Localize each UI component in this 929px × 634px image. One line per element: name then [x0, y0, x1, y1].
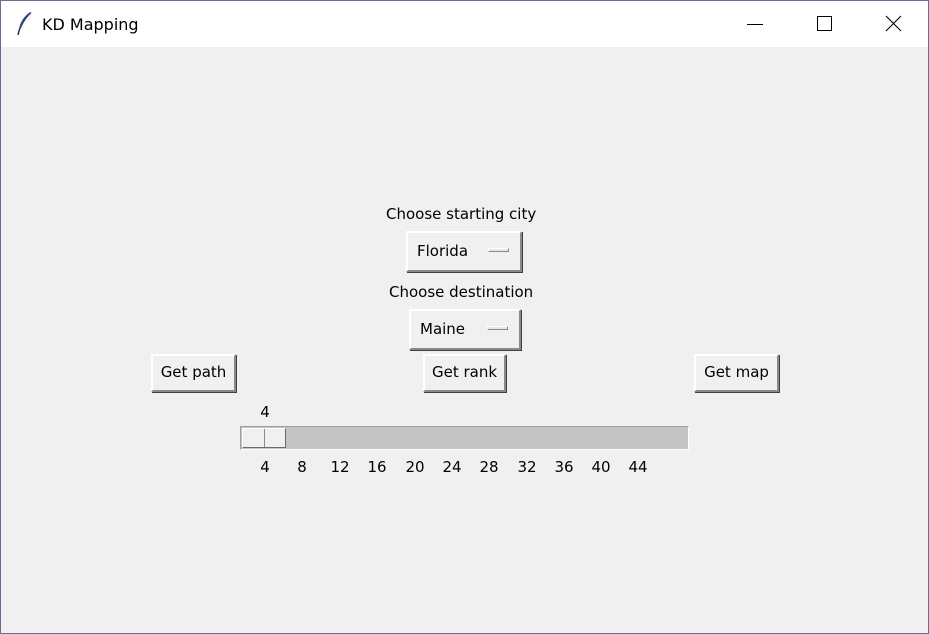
start-city-menu[interactable]: Florida	[406, 231, 522, 272]
dropdown-indicator-icon	[488, 248, 509, 252]
title-bar: KD Mapping	[1, 1, 928, 47]
scale-tick-label: 20	[405, 458, 425, 476]
maximize-button[interactable]	[801, 1, 847, 47]
dropdown-indicator-icon	[487, 326, 508, 330]
scale-tick-label: 12	[330, 458, 350, 476]
destination-menu[interactable]: Maine	[409, 309, 521, 350]
close-button[interactable]	[871, 1, 917, 47]
scale-tick-label: 44	[628, 458, 648, 476]
scale-tick-label: 16	[367, 458, 387, 476]
start-city-label: Choose starting city	[386, 205, 537, 223]
main-content: Choose starting city Florida Choose dest…	[1, 47, 928, 633]
scale-tick-label: 4	[260, 458, 270, 476]
destination-value: Maine	[420, 320, 466, 338]
close-icon	[885, 15, 902, 32]
start-city-value: Florida	[417, 242, 469, 260]
slider-grip-icon	[264, 429, 265, 447]
scale-tick-label: 40	[591, 458, 611, 476]
get-path-button[interactable]: Get path	[151, 354, 236, 392]
app-window: KD Mapping Choose starting city Florida …	[0, 0, 929, 634]
feather-icon	[15, 11, 35, 37]
scale-trough[interactable]	[240, 426, 689, 450]
minimize-icon	[747, 24, 763, 25]
destination-label: Choose destination	[389, 283, 534, 301]
scale-slider-handle[interactable]	[242, 428, 286, 448]
window-title: KD Mapping	[42, 15, 139, 34]
scale-tick-label: 8	[297, 458, 307, 476]
scale-tick-label: 32	[517, 458, 537, 476]
get-rank-button[interactable]: Get rank	[423, 354, 506, 392]
scale-tick-label: 28	[479, 458, 499, 476]
scale-tick-label: 24	[442, 458, 462, 476]
maximize-icon	[817, 16, 832, 31]
scale-current-value: 4	[260, 403, 270, 421]
minimize-button[interactable]	[731, 1, 777, 47]
get-map-button[interactable]: Get map	[694, 354, 779, 392]
scale-tick-label: 36	[554, 458, 574, 476]
